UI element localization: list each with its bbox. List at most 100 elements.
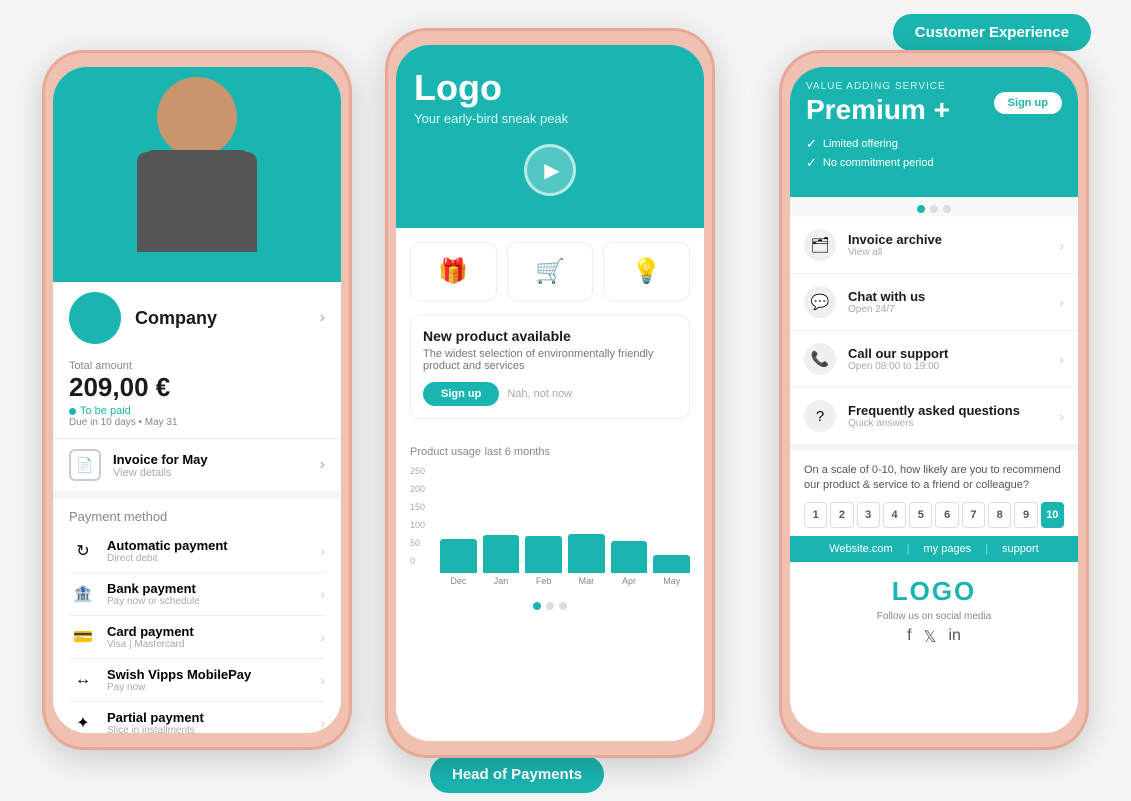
- p3-feature-2: ✓ No commitment period: [806, 155, 1062, 171]
- p2-bar-0: [440, 539, 477, 573]
- head-of-payments-callout: Head of Payments: [430, 756, 604, 793]
- p2-play-icon: ▶: [544, 158, 559, 183]
- p3-nps-num-10[interactable]: 10: [1041, 502, 1064, 528]
- p3-menu-sub-1: Open 24/7: [848, 304, 925, 315]
- p1-payment-row-1[interactable]: 🏦 Bank payment Pay now or schedule ›: [69, 573, 325, 616]
- p1-due: To be paid: [69, 405, 178, 417]
- p2-dot-3: [559, 602, 567, 610]
- p3-nps-num-1[interactable]: 1: [804, 502, 827, 528]
- p3-footer-website[interactable]: Website.com: [829, 543, 892, 555]
- p3-nps-scale: 12345678910: [804, 502, 1064, 528]
- p1-pay-name-2: Card payment: [107, 624, 320, 639]
- p3-dots: [790, 197, 1078, 217]
- p1-pay-name-0: Automatic payment: [107, 538, 320, 553]
- p3-menu-item-2[interactable]: 📞 Call our support Open 08:00 to 19:00 ›: [790, 331, 1078, 388]
- p2-bar-2: [525, 536, 562, 573]
- p2-bar-4: [611, 541, 648, 573]
- p3-menu-title-2: Call our support: [848, 346, 948, 361]
- p2-idea-icon-card[interactable]: 💡: [603, 242, 690, 301]
- p3-menu-sub-0: View all: [848, 247, 942, 258]
- p2-video-play-button[interactable]: ▶: [524, 144, 576, 196]
- p1-pay-sub-2: Visa | Mastercard: [107, 639, 320, 650]
- p2-signup-button[interactable]: Sign up: [423, 382, 499, 406]
- p1-company-name: Company: [135, 308, 320, 329]
- p1-due-label: To be paid: [80, 405, 131, 417]
- p1-avatar-row[interactable]: Company ›: [53, 282, 341, 350]
- p2-bar-label-4: Apr: [622, 576, 636, 586]
- p1-invoice-row[interactable]: 📄 Invoice for May View details ›: [53, 439, 341, 499]
- p2-bar-5: [653, 555, 690, 573]
- p1-payment-row-3[interactable]: ↔ Swish Vipps MobilePay Pay now ›: [69, 659, 325, 702]
- p3-premium-title: Premium +: [806, 94, 950, 126]
- p3-footer-support[interactable]: support: [1002, 543, 1039, 555]
- p3-nps-num-3[interactable]: 3: [857, 502, 880, 528]
- p2-bar-1: [483, 535, 520, 573]
- p2-nah-button[interactable]: Nah, not now: [507, 388, 572, 400]
- p3-logo-section: LOGO Follow us on social media f 𝕏 in: [790, 562, 1078, 655]
- p3-nps-num-4[interactable]: 4: [883, 502, 906, 528]
- p1-pay-info-1: Bank payment Pay now or schedule: [107, 581, 320, 607]
- customer-experience-callout: Customer Experience: [893, 14, 1091, 51]
- p1-invoice-title: Invoice for May: [113, 452, 208, 467]
- p3-check-2-icon: ✓: [806, 155, 817, 171]
- p1-payment-list: ↻ Automatic payment Direct debit › 🏦 Ban…: [69, 530, 325, 733]
- p2-bar-label-3: Mar: [579, 576, 595, 586]
- p2-bar-label-1: Jan: [494, 576, 509, 586]
- p3-menu-title-3: Frequently asked questions: [848, 403, 1020, 418]
- p2-bars: Dec Jan Feb Mar Apr May: [440, 486, 690, 586]
- p3-nps-num-8[interactable]: 8: [988, 502, 1011, 528]
- p3-dot-3: [943, 205, 951, 213]
- p3-menu-info-3: Frequently asked questions Quick answers: [848, 403, 1020, 429]
- p2-y-axis: 250 200 150 100 50 0: [410, 466, 425, 566]
- p3-linkedin-icon[interactable]: in: [948, 627, 960, 647]
- p2-bar-label-0: Dec: [450, 576, 466, 586]
- p3-footer-mypages[interactable]: my pages: [923, 543, 971, 555]
- p2-bar-label-2: Feb: [536, 576, 552, 586]
- p1-pay-info-0: Automatic payment Direct debit: [107, 538, 320, 564]
- p3-feature-1-label: Limited offering: [823, 138, 898, 150]
- phone-3-inner: VALUE ADDING SERVICE Premium + Sign up ✓…: [790, 67, 1078, 733]
- p2-cart-icon-card[interactable]: 🛒: [507, 242, 594, 301]
- p2-promo-title: New product available: [423, 328, 677, 344]
- p2-dot-1: [533, 602, 541, 610]
- p1-amount: 209,00 €: [69, 372, 178, 403]
- phone-3: VALUE ADDING SERVICE Premium + Sign up ✓…: [779, 50, 1089, 750]
- p3-menu-info-1: Chat with us Open 24/7: [848, 289, 925, 315]
- p2-chart-title: Product usage last 6 months: [410, 443, 690, 458]
- p2-chart-section: Product usage last 6 months 250 200 150 …: [396, 431, 704, 594]
- p1-avatar: [69, 292, 121, 344]
- p3-menu-icon-2: 📞: [804, 343, 836, 375]
- p2-gift-icon-card[interactable]: 🎁: [410, 242, 497, 301]
- p2-bar-group-2: Feb: [525, 536, 562, 586]
- p3-signup-button[interactable]: Sign up: [994, 92, 1062, 114]
- p1-due-date: Due in 10 days • May 31: [69, 417, 178, 428]
- p3-nps-num-2[interactable]: 2: [830, 502, 853, 528]
- p3-footer-sep-2: |: [985, 543, 988, 555]
- p2-promo-buttons: Sign up Nah, not now: [423, 382, 677, 406]
- p1-pay-info-2: Card payment Visa | Mastercard: [107, 624, 320, 650]
- p2-bar-group-3: Mar: [568, 534, 605, 586]
- p1-due-dot: [69, 408, 76, 415]
- p3-menu-icon-0: 🗂: [804, 229, 836, 261]
- p3-menu-info-2: Call our support Open 08:00 to 19:00: [848, 346, 948, 372]
- p3-menu-item-0[interactable]: 🗂 Invoice archive View all ›: [790, 217, 1078, 274]
- p1-payment-row-2[interactable]: 💳 Card payment Visa | Mastercard ›: [69, 616, 325, 659]
- p1-pay-info-4: Partial payment Slice in installments: [107, 710, 320, 733]
- p1-pay-chevron-4: ›: [320, 715, 325, 731]
- p3-menu-info-0: Invoice archive View all: [848, 232, 942, 258]
- p3-premium-header: VALUE ADDING SERVICE Premium + Sign up ✓…: [790, 67, 1078, 197]
- p3-footer-links: Website.com | my pages | support: [790, 536, 1078, 562]
- p3-facebook-icon[interactable]: f: [907, 627, 911, 647]
- p3-nps-num-5[interactable]: 5: [909, 502, 932, 528]
- p3-nps-num-7[interactable]: 7: [962, 502, 985, 528]
- p3-menu-item-3[interactable]: ? Frequently asked questions Quick answe…: [790, 388, 1078, 445]
- p1-payment-row-0[interactable]: ↻ Automatic payment Direct debit ›: [69, 530, 325, 573]
- p3-nps-num-6[interactable]: 6: [935, 502, 958, 528]
- p1-header: [53, 67, 341, 282]
- p3-menu-item-1[interactable]: 💬 Chat with us Open 24/7 ›: [790, 274, 1078, 331]
- p2-dot-2: [546, 602, 554, 610]
- p3-twitter-icon[interactable]: 𝕏: [924, 627, 937, 647]
- p3-nps-num-9[interactable]: 9: [1014, 502, 1037, 528]
- p1-total-label: Total amount: [69, 360, 178, 372]
- p1-payment-row-4[interactable]: ✦ Partial payment Slice in installments …: [69, 702, 325, 733]
